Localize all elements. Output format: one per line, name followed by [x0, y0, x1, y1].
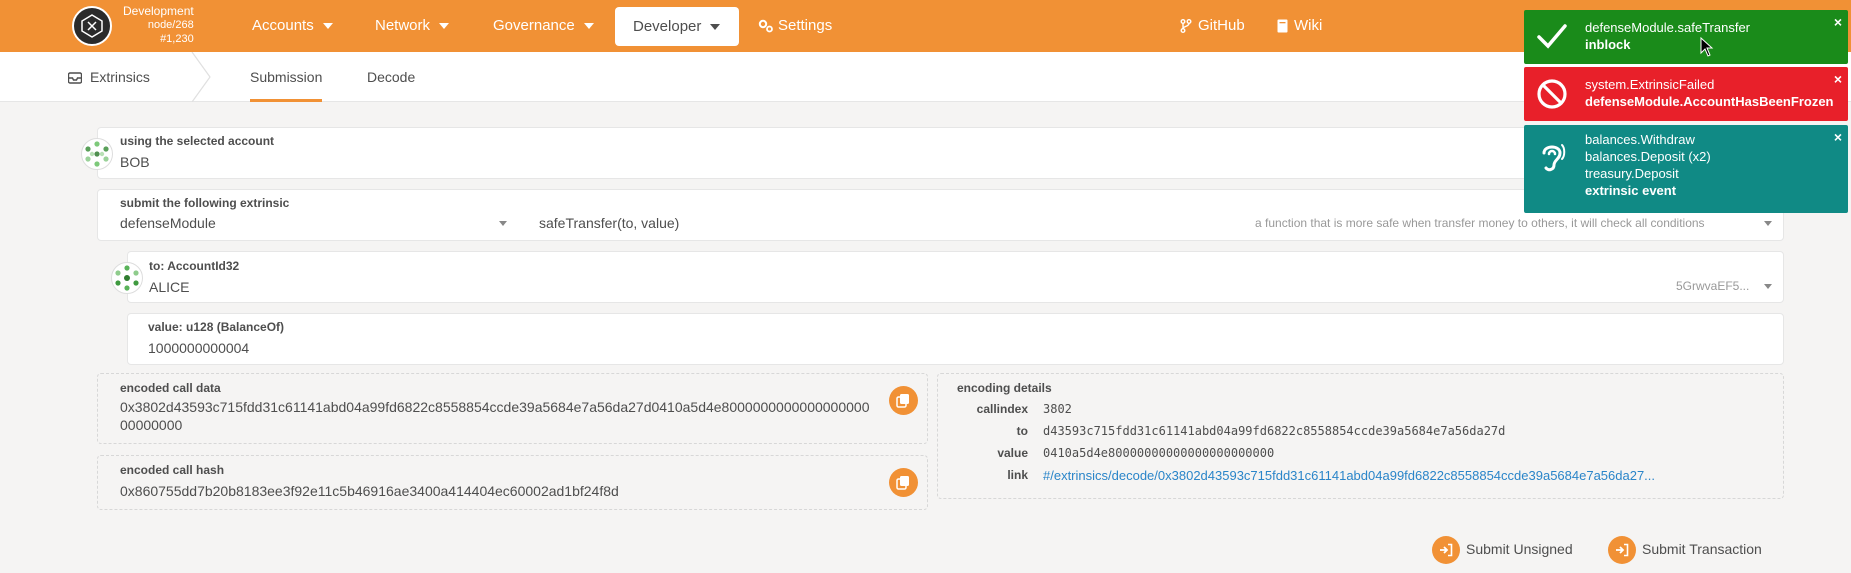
param-value-input[interactable]: 1000000000004	[148, 340, 249, 356]
toast-close-icon[interactable]: ×	[1834, 14, 1842, 30]
toast-error[interactable]: system.ExtrinsicFailed defenseModule.Acc…	[1524, 67, 1848, 121]
chain-logo-icon	[81, 14, 103, 38]
toast-error-line1: system.ExtrinsicFailed	[1585, 77, 1715, 92]
nav-settings-label: Settings	[778, 17, 833, 34]
blocked-icon	[1537, 79, 1567, 109]
chain-logo[interactable]	[72, 6, 112, 46]
encoding-details: encoding details callindex 3802 to d4359…	[937, 373, 1784, 499]
chevron-down-icon	[439, 23, 450, 30]
nav-network[interactable]: Network	[375, 0, 450, 52]
encoded-call-data-label: encoded call data	[120, 381, 221, 395]
to-value: d43593c715fdd31c61141abd04a99fd6822c8558…	[1043, 424, 1506, 438]
toast-success-line1: defenseModule.safeTransfer	[1585, 20, 1751, 35]
link-key: link	[1007, 468, 1028, 482]
encoded-call-hash-value: 0x860755dd7b20b8183ee3f92e11c5b46916ae34…	[120, 483, 619, 499]
copy-icon	[896, 394, 909, 408]
encoded-call-hash-label: encoded call hash	[120, 463, 225, 477]
toast-error-line2: defenseModule.AccountHasBeenFrozen	[1585, 94, 1834, 109]
gears-icon	[758, 19, 773, 33]
hearing-icon	[1542, 144, 1566, 172]
toast-event-line2: balances.Deposit (x2)	[1585, 149, 1711, 164]
toast-event-line1: balances.Withdraw	[1585, 132, 1695, 147]
toast-event-line4: extrinsic event	[1585, 183, 1677, 198]
toast-success[interactable]: defenseModule.safeTransfer inblock ×	[1524, 10, 1848, 64]
section-extrinsics-label: Extrinsics	[90, 69, 150, 85]
encoded-call-data-line1: 0x3802d43593c715fdd31c61141abd04a99fd682…	[120, 399, 870, 415]
callindex-key: callindex	[976, 402, 1028, 416]
chevron-down-icon	[583, 23, 594, 30]
encoded-call-hash: encoded call hash 0x860755dd7b20b8183ee3…	[97, 455, 928, 510]
copy-call-data-button[interactable]	[889, 386, 918, 415]
nav-accounts[interactable]: Accounts	[252, 0, 333, 52]
nav-github[interactable]: GitHub	[1180, 0, 1245, 52]
nav-governance[interactable]: Governance	[493, 0, 594, 52]
module-dropdown-icon[interactable]	[499, 221, 507, 226]
block-number: #1,230	[160, 33, 194, 45]
account-value: BOB	[120, 154, 150, 170]
chain-info[interactable]: Development node/268 #1,230	[123, 4, 194, 46]
toast-event-line3: treasury.Deposit	[1585, 166, 1679, 181]
param-to[interactable]: to: AccountId32 ALICE 5GrwvaEF5...	[111, 251, 1784, 303]
toast-events[interactable]: balances.Withdraw balances.Deposit (x2) …	[1524, 125, 1848, 213]
copy-call-hash-button[interactable]	[889, 468, 918, 497]
account-identicon	[81, 138, 113, 170]
nav-governance-label: Governance	[493, 17, 575, 34]
mouse-cursor-icon	[1700, 37, 1714, 57]
tab-decode[interactable]: Decode	[367, 52, 415, 102]
chevron-down-icon	[710, 24, 721, 31]
module-select[interactable]: defenseModule	[120, 215, 216, 231]
submit-unsigned-label: Submit Unsigned	[1466, 541, 1573, 557]
to-identicon	[111, 262, 143, 294]
extrinsic-label: submit the following extrinsic	[120, 196, 290, 210]
section-extrinsics[interactable]: Extrinsics	[67, 52, 150, 102]
inbox-icon	[67, 72, 83, 84]
nav-developer-label: Developer	[633, 18, 702, 35]
sign-in-icon	[1608, 536, 1636, 565]
submit-transaction-label: Submit Transaction	[1642, 541, 1762, 557]
decode-link[interactable]: #/extrinsics/decode/0x3802d43593c715fdd3…	[1043, 468, 1655, 483]
identicon-icon	[85, 141, 109, 167]
nav-developer[interactable]: Developer	[615, 7, 739, 46]
submit-transaction-button[interactable]: Submit Transaction	[1608, 535, 1762, 565]
chain-name: Development	[123, 4, 194, 18]
method-select[interactable]: safeTransfer(to, value)	[539, 215, 679, 231]
nav-github-label: GitHub	[1198, 17, 1245, 34]
toast-close-icon[interactable]: ×	[1834, 71, 1842, 87]
nav-wiki-label: Wiki	[1294, 17, 1323, 34]
book-icon	[1277, 19, 1288, 33]
to-key: to	[1016, 424, 1028, 438]
nav-accounts-label: Accounts	[252, 17, 314, 34]
nav-network-label: Network	[375, 17, 431, 34]
chevron-right-divider-icon	[191, 52, 211, 102]
check-icon	[1537, 24, 1567, 49]
param-to-address: 5GrwvaEF5...	[1676, 279, 1750, 293]
to-dropdown-icon[interactable]	[1764, 284, 1772, 289]
nav-wiki[interactable]: Wiki	[1277, 0, 1322, 52]
param-to-value: ALICE	[149, 279, 190, 295]
code-branch-icon	[1180, 19, 1192, 34]
param-value-label: value: u128 (BalanceOf)	[148, 320, 285, 334]
value-key: value	[997, 446, 1028, 460]
param-to-label: to: AccountId32	[149, 259, 240, 273]
param-value[interactable]: value: u128 (BalanceOf) 1000000000004	[127, 313, 1784, 365]
method-dropdown-icon[interactable]	[1764, 221, 1772, 226]
encoded-call-data-line2: 00000000	[120, 417, 183, 433]
copy-icon	[896, 476, 909, 490]
callindex-value: 3802	[1043, 402, 1072, 416]
tab-submission[interactable]: Submission	[250, 52, 323, 102]
identicon-icon	[115, 265, 139, 291]
chevron-down-icon	[322, 23, 333, 30]
toast-close-icon[interactable]: ×	[1834, 129, 1842, 145]
nav-settings[interactable]: Settings	[758, 0, 832, 52]
encoding-details-label: encoding details	[957, 381, 1052, 395]
encoded-call-data: encoded call data 0x3802d43593c715fdd31c…	[97, 373, 928, 444]
submit-unsigned-button[interactable]: Submit Unsigned	[1432, 535, 1573, 565]
node-version: node/268	[147, 19, 194, 31]
account-label: using the selected account	[120, 134, 275, 148]
method-description: a function that is more safe when transf…	[1255, 216, 1705, 230]
value-value: 0410a5d4e80000000000000000000000	[1043, 446, 1275, 460]
sign-in-icon	[1432, 536, 1460, 565]
